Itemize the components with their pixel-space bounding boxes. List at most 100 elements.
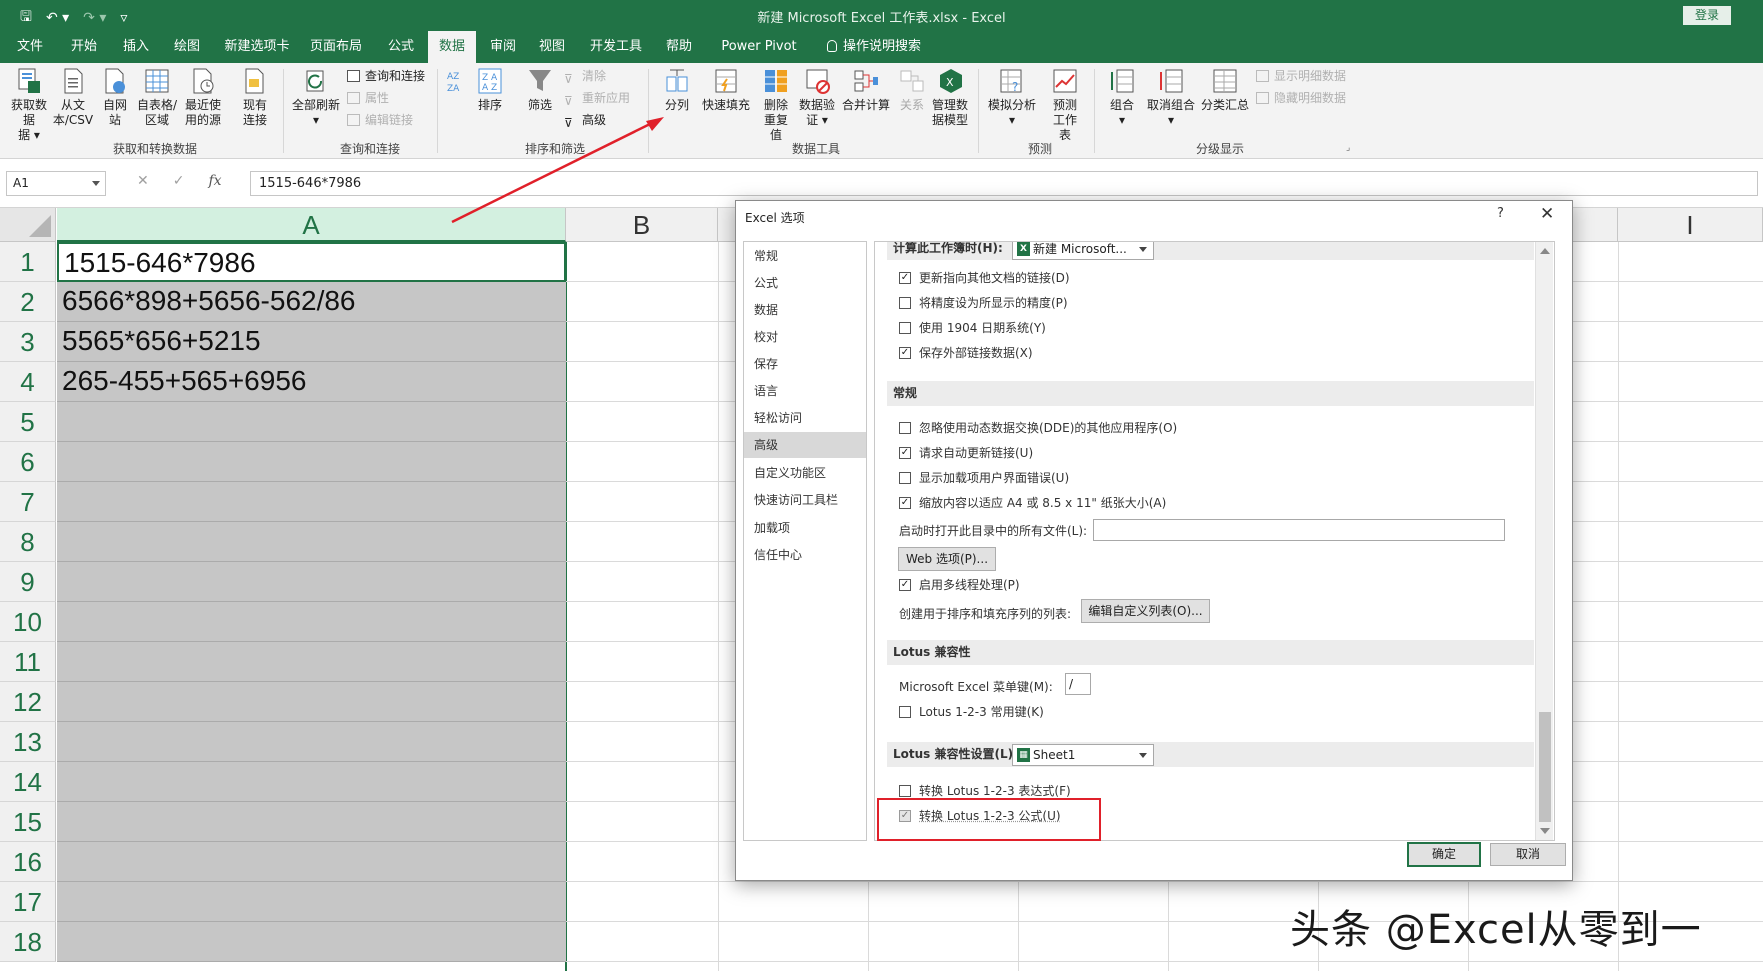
row-header[interactable]: 4 xyxy=(0,362,56,402)
cell[interactable] xyxy=(57,762,566,802)
option-lotus-navigation-keys[interactable]: Lotus 1-2-3 常用键(K) xyxy=(899,703,1044,721)
checkbox[interactable] xyxy=(899,706,911,718)
name-box-dropdown-icon[interactable] xyxy=(92,181,100,186)
cell[interactable] xyxy=(57,562,566,602)
tab-new-tab[interactable]: 新建选项卡 xyxy=(221,31,293,63)
confirm-entry-icon[interactable]: ✓ xyxy=(173,173,185,189)
row-header[interactable]: 17 xyxy=(0,882,56,922)
active-cell[interactable]: 1515-646*7986 xyxy=(57,242,566,282)
tab-home[interactable]: 开始 xyxy=(62,31,106,63)
calc-workbook-select[interactable]: X 新建 Microsoft... xyxy=(1012,242,1154,260)
from-table-button[interactable]: 自表格/区域 xyxy=(134,67,180,128)
cell[interactable] xyxy=(57,602,566,642)
nav-item-save[interactable]: 保存 xyxy=(744,351,866,377)
cell[interactable] xyxy=(57,482,566,522)
edit-custom-lists-button[interactable]: 编辑自定义列表(O)... xyxy=(1081,599,1210,623)
hide-detail-button[interactable]: 隐藏明细数据 xyxy=(1254,89,1346,107)
nav-item-accessibility[interactable]: 轻松访问 xyxy=(744,405,866,431)
checkbox[interactable] xyxy=(899,422,911,434)
nav-item-general[interactable]: 常规 xyxy=(744,243,866,269)
cell[interactable]: 6566*898+5656-562/86 xyxy=(57,282,566,322)
text-to-columns-button[interactable]: 分列 xyxy=(658,67,696,113)
row-header[interactable]: 2 xyxy=(0,282,56,322)
cell[interactable] xyxy=(57,922,566,962)
lotus-sheet-select[interactable]: ▦ Sheet1 xyxy=(1012,744,1154,766)
row-header[interactable]: 14 xyxy=(0,762,56,802)
nav-item-quick-access[interactable]: 快速访问工具栏 xyxy=(744,487,866,513)
cell[interactable]: 265-455+565+6956 xyxy=(57,362,566,402)
nav-item-customize-ribbon[interactable]: 自定义功能区 xyxy=(744,460,866,486)
row-header[interactable]: 9 xyxy=(0,562,56,602)
checkbox[interactable]: ✓ xyxy=(899,447,911,459)
get-data-button[interactable]: 获取数据 据 ▾ xyxy=(6,67,52,143)
cell[interactable] xyxy=(57,442,566,482)
web-options-button[interactable]: Web 选项(P)... xyxy=(898,547,996,571)
formula-input[interactable]: 1515-646*7986 xyxy=(250,171,1758,196)
row-header[interactable]: 16 xyxy=(0,842,56,882)
nav-item-formulas[interactable]: 公式 xyxy=(744,270,866,296)
remove-duplicates-button[interactable]: 删除重复值 xyxy=(756,67,796,143)
column-header-b[interactable]: B xyxy=(566,208,718,242)
edit-links-button[interactable]: 编辑链接 xyxy=(345,111,413,129)
row-header[interactable]: 15 xyxy=(0,802,56,842)
existing-connections-button[interactable]: 现有连接 xyxy=(238,67,272,128)
row-header[interactable]: 10 xyxy=(0,602,56,642)
nav-item-proofing[interactable]: 校对 xyxy=(744,324,866,350)
cell[interactable] xyxy=(57,722,566,762)
nav-item-advanced[interactable]: 高级 xyxy=(744,432,866,458)
scroll-thumb[interactable] xyxy=(1539,712,1551,822)
nav-item-trust-center[interactable]: 信任中心 xyxy=(744,542,866,568)
row-header[interactable]: 7 xyxy=(0,482,56,522)
tab-review[interactable]: 审阅 xyxy=(481,31,525,63)
tab-help[interactable]: 帮助 xyxy=(657,31,701,63)
row-header[interactable]: 8 xyxy=(0,522,56,562)
tab-formulas[interactable]: 公式 xyxy=(379,31,423,63)
what-if-analysis-button[interactable]: ? 模拟分析 ▾ xyxy=(986,67,1038,128)
checkbox[interactable]: ✓ xyxy=(899,579,911,591)
option-save-external-link[interactable]: ✓ 保存外部链接数据(X) xyxy=(899,344,1033,362)
select-all-corner[interactable] xyxy=(0,208,56,242)
row-header[interactable]: 13 xyxy=(0,722,56,762)
checkbox[interactable] xyxy=(899,297,911,309)
dialog-launcher-icon[interactable]: ⌟ xyxy=(1346,143,1350,153)
cell[interactable] xyxy=(57,842,566,882)
from-web-button[interactable]: 自网站 xyxy=(98,67,132,128)
cell[interactable] xyxy=(57,522,566,562)
login-button[interactable]: 登录 xyxy=(1683,6,1731,25)
row-header[interactable]: 3 xyxy=(0,322,56,362)
properties-button[interactable]: 属性 xyxy=(345,89,389,107)
close-icon[interactable]: ✕ xyxy=(1540,204,1554,224)
from-text-csv-button[interactable]: 从文本/CSV xyxy=(50,67,96,128)
manage-data-model-button[interactable]: X 管理数据模型 xyxy=(930,67,972,128)
ungroup-button[interactable]: 取消组合 ▾ xyxy=(1144,67,1198,128)
row-header[interactable]: 1 xyxy=(0,242,56,282)
cell[interactable] xyxy=(57,682,566,722)
relationships-button[interactable]: 关系 xyxy=(894,67,930,113)
tab-draw[interactable]: 绘图 xyxy=(165,31,209,63)
recent-sources-button[interactable]: 最近使用的源 xyxy=(180,67,226,128)
insert-function-icon[interactable]: fx xyxy=(208,173,221,189)
group-button[interactable]: 组合 ▾ xyxy=(1102,67,1142,128)
checkbox[interactable]: ✓ xyxy=(899,272,911,284)
reapply-button[interactable]: ⊽ 重新应用 xyxy=(562,89,630,108)
cell[interactable] xyxy=(57,882,566,922)
tab-power-pivot[interactable]: Power Pivot xyxy=(713,31,805,63)
sort-az-button[interactable]: AZ ZA xyxy=(444,67,466,98)
flash-fill-button[interactable]: 快速填充 xyxy=(700,67,752,113)
consolidate-button[interactable]: 合并计算 xyxy=(840,67,892,113)
row-header[interactable]: 11 xyxy=(0,642,56,682)
option-ignore-dde[interactable]: 忽略使用动态数据交换(DDE)的其他应用程序(O) xyxy=(899,419,1177,437)
row-header[interactable]: 6 xyxy=(0,442,56,482)
tab-file[interactable]: 文件 xyxy=(8,31,52,63)
nav-item-data[interactable]: 数据 xyxy=(744,297,866,323)
option-1904-date[interactable]: 使用 1904 日期系统(Y) xyxy=(899,319,1046,337)
checkbox[interactable]: ✓ xyxy=(899,497,911,509)
options-scrollbar[interactable] xyxy=(1535,242,1553,840)
queries-connections-button[interactable]: 查询和连接 xyxy=(345,67,425,85)
tab-developer[interactable]: 开发工具 xyxy=(585,31,647,63)
data-validation-button[interactable]: 数据验证 ▾ xyxy=(797,67,839,128)
scroll-down-icon[interactable] xyxy=(1540,828,1550,834)
startup-folder-input[interactable] xyxy=(1093,519,1505,541)
option-precision-as-displayed[interactable]: 将精度设为所显示的精度(P) xyxy=(899,294,1068,312)
column-header-a[interactable]: A xyxy=(57,208,566,242)
